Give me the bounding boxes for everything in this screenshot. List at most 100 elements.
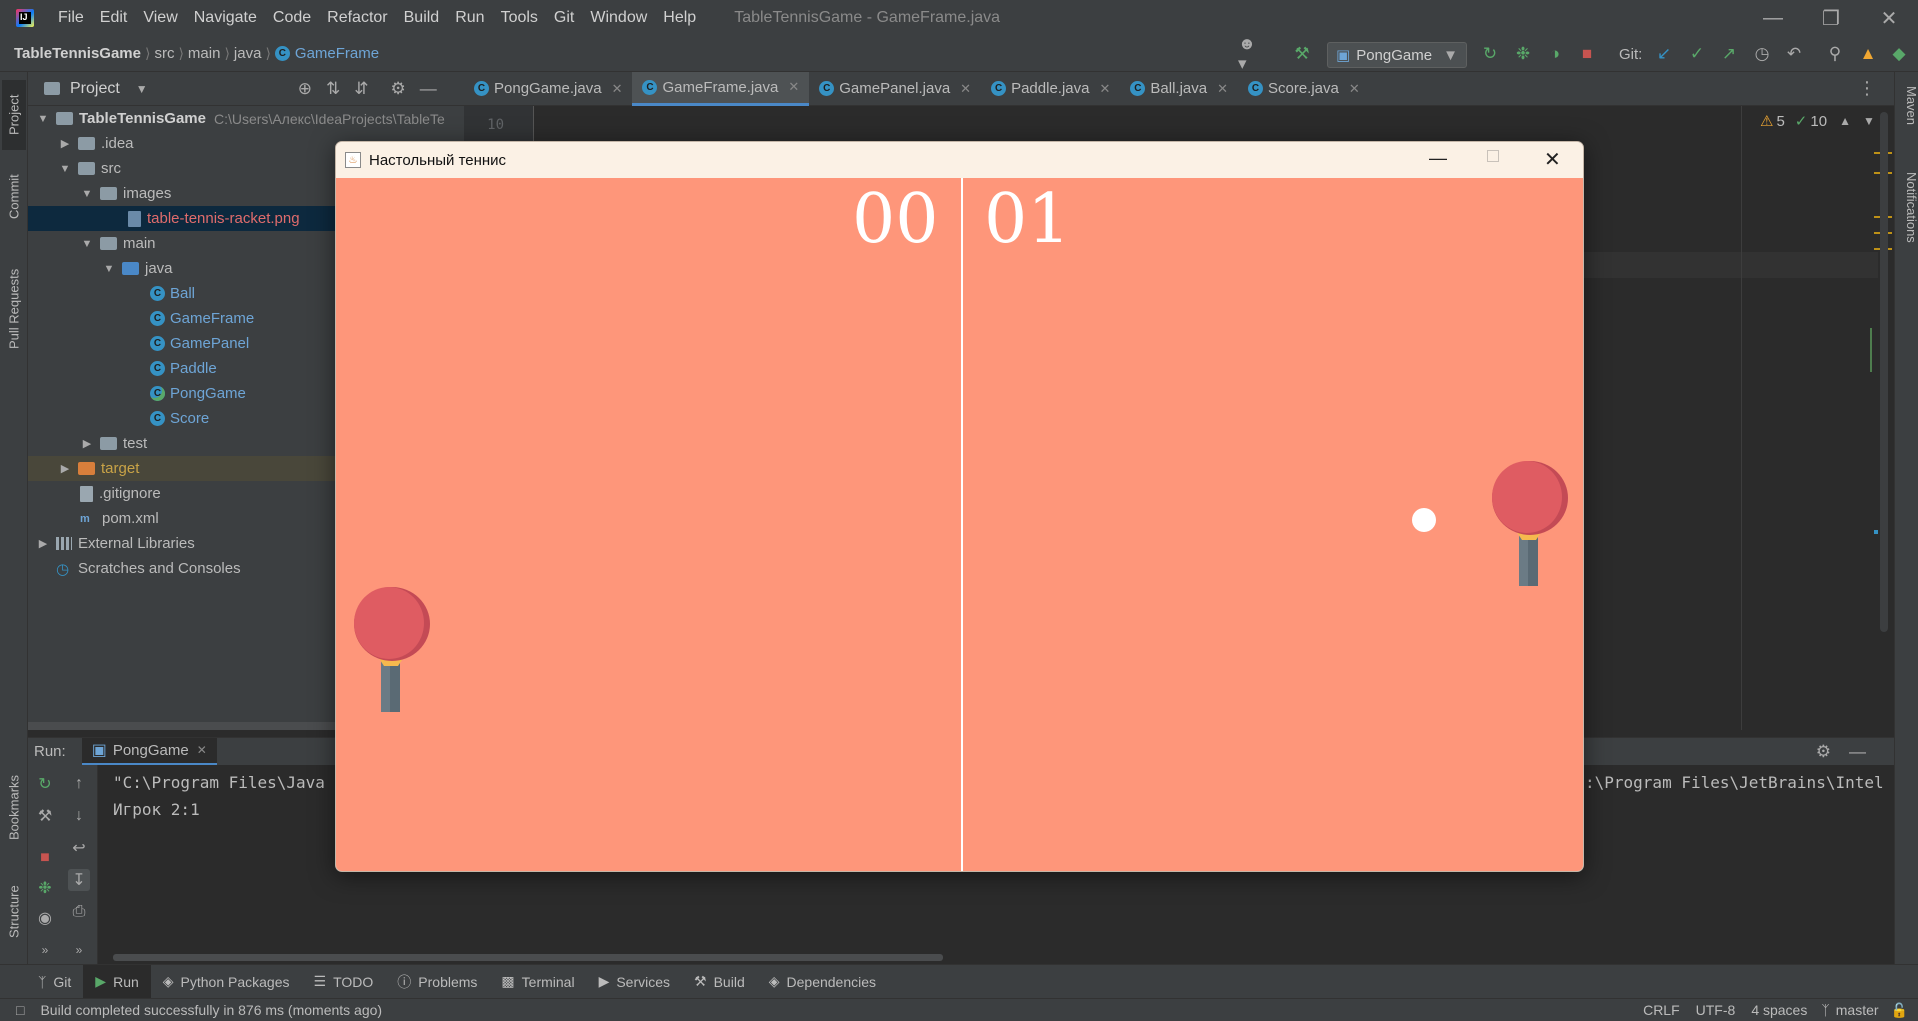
expand-all-icon[interactable]: ⇅ [326, 79, 340, 99]
wrench-icon[interactable]: ⚒ [34, 805, 56, 827]
project-panel-title[interactable]: Project [70, 80, 120, 98]
tool-tab-todo[interactable]: ☰ TODO [302, 965, 386, 999]
gear-icon[interactable]: ⚙ [390, 79, 405, 99]
user-icon[interactable]: ☻▾ [1238, 34, 1260, 73]
menu-file[interactable]: File [50, 0, 92, 36]
tool-tab-problems[interactable]: ⓘ Problems [385, 965, 489, 999]
debug-icon[interactable]: ❉ [34, 877, 56, 899]
chevron-up-icon[interactable]: ▲ [1839, 114, 1851, 128]
soft-wrap-icon[interactable]: ↩ [68, 837, 90, 859]
close-tab-icon[interactable]: ✕ [788, 79, 799, 95]
menu-refactor[interactable]: Refactor [319, 0, 395, 36]
rerun-icon[interactable]: ↻ [1479, 43, 1501, 65]
menu-navigate[interactable]: Navigate [186, 0, 265, 36]
git-update-icon[interactable]: ↙ [1653, 43, 1675, 65]
change-marker[interactable] [1870, 328, 1872, 372]
tab-ponggame[interactable]: C PongGame.java ✕ [464, 72, 632, 106]
console-horizontal-scrollbar[interactable] [113, 954, 943, 961]
build-hammer-icon[interactable]: ⚒ [1291, 43, 1313, 65]
run-tab-ponggame[interactable]: ▣ PongGame ✕ [81, 737, 217, 766]
close-tab-icon[interactable]: ✕ [1217, 81, 1228, 97]
arrow-up-icon[interactable]: ↑ [68, 773, 90, 795]
scroll-to-end-icon[interactable]: ↧ [68, 869, 90, 891]
menu-window[interactable]: Window [582, 0, 655, 36]
commit-tool-tab[interactable]: Commit [2, 162, 26, 232]
close-tab-icon[interactable]: ✕ [1099, 81, 1110, 97]
bookmarks-tool-tab[interactable]: Bookmarks [2, 762, 26, 852]
breadcrumb-current[interactable]: GameFrame [295, 45, 383, 62]
game-window[interactable]: ♨ Настольный теннис — ✕ 00 01 [335, 141, 1584, 872]
chevron-down-icon[interactable]: ▼ [1863, 114, 1875, 128]
tab-paddle[interactable]: C Paddle.java ✕ [981, 72, 1120, 106]
pull-requests-tool-tab[interactable]: Pull Requests [2, 254, 26, 364]
debug-icon[interactable]: ❉ [1512, 43, 1534, 65]
menu-git[interactable]: Git [546, 0, 582, 36]
search-icon[interactable]: ⚲ [1824, 43, 1846, 65]
info-marker[interactable] [1874, 530, 1878, 534]
game-canvas[interactable]: 00 01 [336, 178, 1583, 871]
arrow-down-icon[interactable]: ↓ [68, 805, 90, 827]
menu-build[interactable]: Build [396, 0, 448, 36]
breadcrumb-java[interactable]: java [230, 45, 266, 62]
stop-icon[interactable]: ■ [1576, 43, 1598, 65]
restore-button[interactable]: ❐ [1802, 0, 1860, 36]
git-push-icon[interactable]: ↗ [1718, 43, 1740, 65]
structure-tool-tab[interactable]: Structure [2, 872, 26, 952]
minimize-button[interactable]: — [1429, 148, 1447, 169]
status-message[interactable]: Build completed successfully in 876 ms (… [40, 1002, 382, 1018]
tool-tab-python-packages[interactable]: ◈ Python Packages [151, 965, 302, 999]
project-tool-tab[interactable]: Project [2, 80, 26, 150]
tool-tab-terminal[interactable]: ▩ Terminal [489, 965, 586, 999]
close-tab-icon[interactable]: ✕ [960, 81, 971, 97]
breadcrumb-main[interactable]: main [184, 45, 225, 62]
stop-icon[interactable]: ■ [34, 847, 56, 869]
menu-edit[interactable]: Edit [92, 0, 136, 36]
update-available-icon[interactable]: ▲ [1857, 43, 1879, 65]
breadcrumb-src[interactable]: src [150, 45, 178, 62]
tab-score[interactable]: C Score.java ✕ [1238, 72, 1370, 106]
history-icon[interactable]: ◷ [1751, 43, 1773, 65]
more-icon[interactable]: » [34, 939, 56, 961]
close-tab-icon[interactable]: ✕ [612, 81, 623, 97]
file-encoding[interactable]: UTF-8 [1696, 1002, 1736, 1018]
close-window-button[interactable]: ✕ [1860, 0, 1918, 36]
locate-icon[interactable]: ⊕ [298, 79, 312, 99]
coverage-icon[interactable]: ◑ [1544, 43, 1566, 65]
menu-tools[interactable]: Tools [493, 0, 546, 36]
vertical-scrollbar[interactable] [1880, 112, 1888, 632]
tab-ball[interactable]: C Ball.java ✕ [1120, 72, 1238, 106]
git-branch[interactable]: master [1836, 1002, 1879, 1018]
gear-icon[interactable]: ⚙ [1816, 742, 1831, 762]
more-icon[interactable]: » [68, 939, 90, 961]
minimize-button[interactable]: — [1744, 0, 1802, 36]
git-commit-icon[interactable]: ✓ [1686, 43, 1708, 65]
breadcrumb-project[interactable]: TableTennisGame [0, 45, 145, 62]
hide-panel-icon[interactable]: — [420, 79, 437, 99]
tree-item-project-root[interactable]: ▼ TableTennisGame C:\Users\Алекс\IdeaPro… [28, 106, 464, 131]
close-button[interactable]: ✕ [1544, 147, 1561, 172]
collapse-all-icon[interactable]: ⇵ [354, 79, 368, 99]
menu-run[interactable]: Run [447, 0, 492, 36]
tool-tab-services[interactable]: ▶ Services [587, 965, 682, 999]
tool-tab-dependencies[interactable]: ◈ Dependencies [757, 965, 888, 999]
tool-tab-git[interactable]: ᛉ Git [26, 965, 83, 999]
more-tabs-icon[interactable]: ⋮ [1858, 78, 1876, 99]
tab-gameframe[interactable]: C GameFrame.java ✕ [632, 71, 810, 106]
plugin-icon[interactable]: ◆ [1888, 43, 1910, 65]
inspection-widget[interactable]: ⚠ 5 ✓ 10 ▲ ▼ [1760, 112, 1875, 131]
tool-tab-run[interactable]: ▶ Run [83, 964, 151, 999]
menu-view[interactable]: View [135, 0, 185, 36]
camera-icon[interactable]: ◉ [34, 907, 56, 929]
menu-code[interactable]: Code [265, 0, 319, 36]
tool-tab-build[interactable]: ⚒ Build [682, 965, 757, 999]
run-configuration-select[interactable]: ▣ PongGame ▼ [1327, 42, 1467, 68]
panel-toggle-icon[interactable]: □ [16, 1002, 24, 1018]
rollback-icon[interactable]: ↶ [1783, 43, 1805, 65]
notifications-tool-tab[interactable]: Notifications [1897, 172, 1918, 243]
line-separator[interactable]: CRLF [1643, 1002, 1680, 1018]
close-tab-icon[interactable]: ✕ [197, 743, 207, 757]
lock-icon[interactable]: 🔓 [1891, 1002, 1908, 1019]
maven-tool-tab[interactable]: Maven [1897, 86, 1918, 125]
hide-panel-icon[interactable]: — [1849, 742, 1866, 762]
indent-setting[interactable]: 4 spaces [1751, 1002, 1807, 1018]
